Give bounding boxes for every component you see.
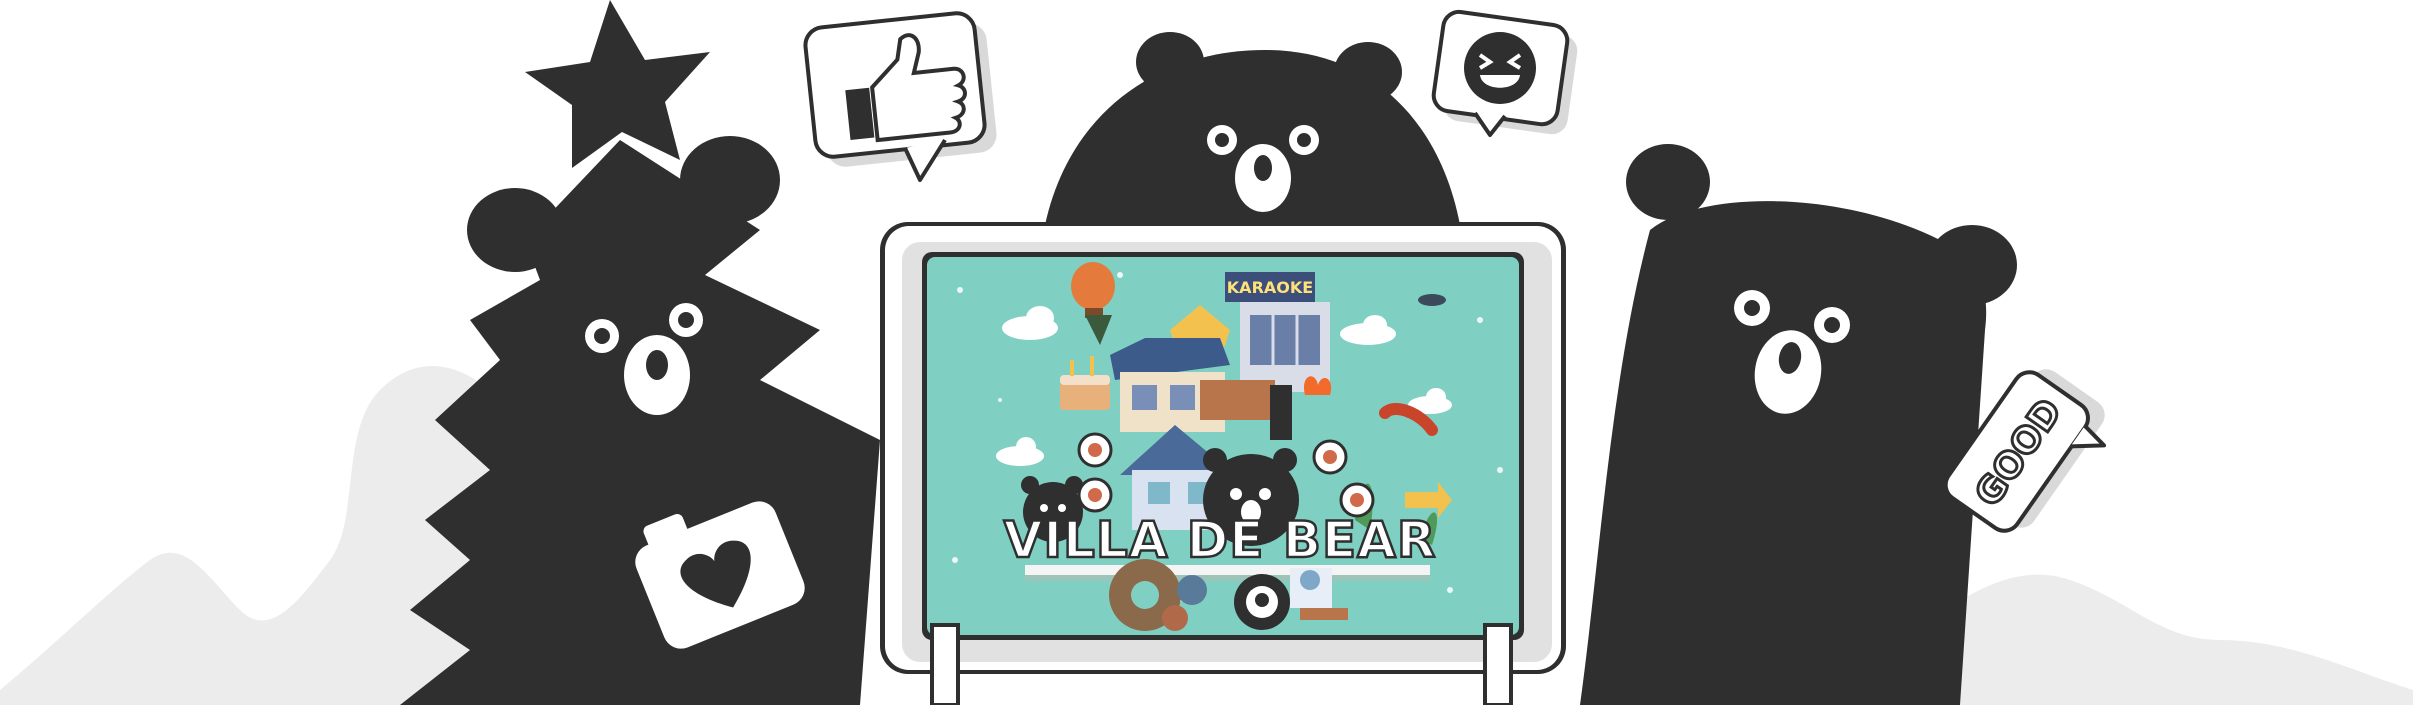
poster-frame: KARAOKE VILLA DE BEAR <box>880 222 1566 705</box>
frame-leg <box>930 623 960 705</box>
bear-middle <box>1045 32 1460 225</box>
bear-right <box>1580 144 2017 705</box>
illustration-scene: GOOD KARAOKE VILLA DE BEAR <box>0 0 2413 705</box>
laughing-face-bubble <box>1431 9 1578 137</box>
poster-title: VILLA DE BEAR <box>1004 511 1437 569</box>
bear-tree-left <box>400 0 880 705</box>
frame-leg <box>1483 623 1513 705</box>
karaoke-sign: KARAOKE <box>1227 278 1313 297</box>
laughing-face-icon <box>1464 32 1536 104</box>
thumbs-up-bubble <box>803 11 997 182</box>
background-hills-right <box>1900 574 2413 705</box>
